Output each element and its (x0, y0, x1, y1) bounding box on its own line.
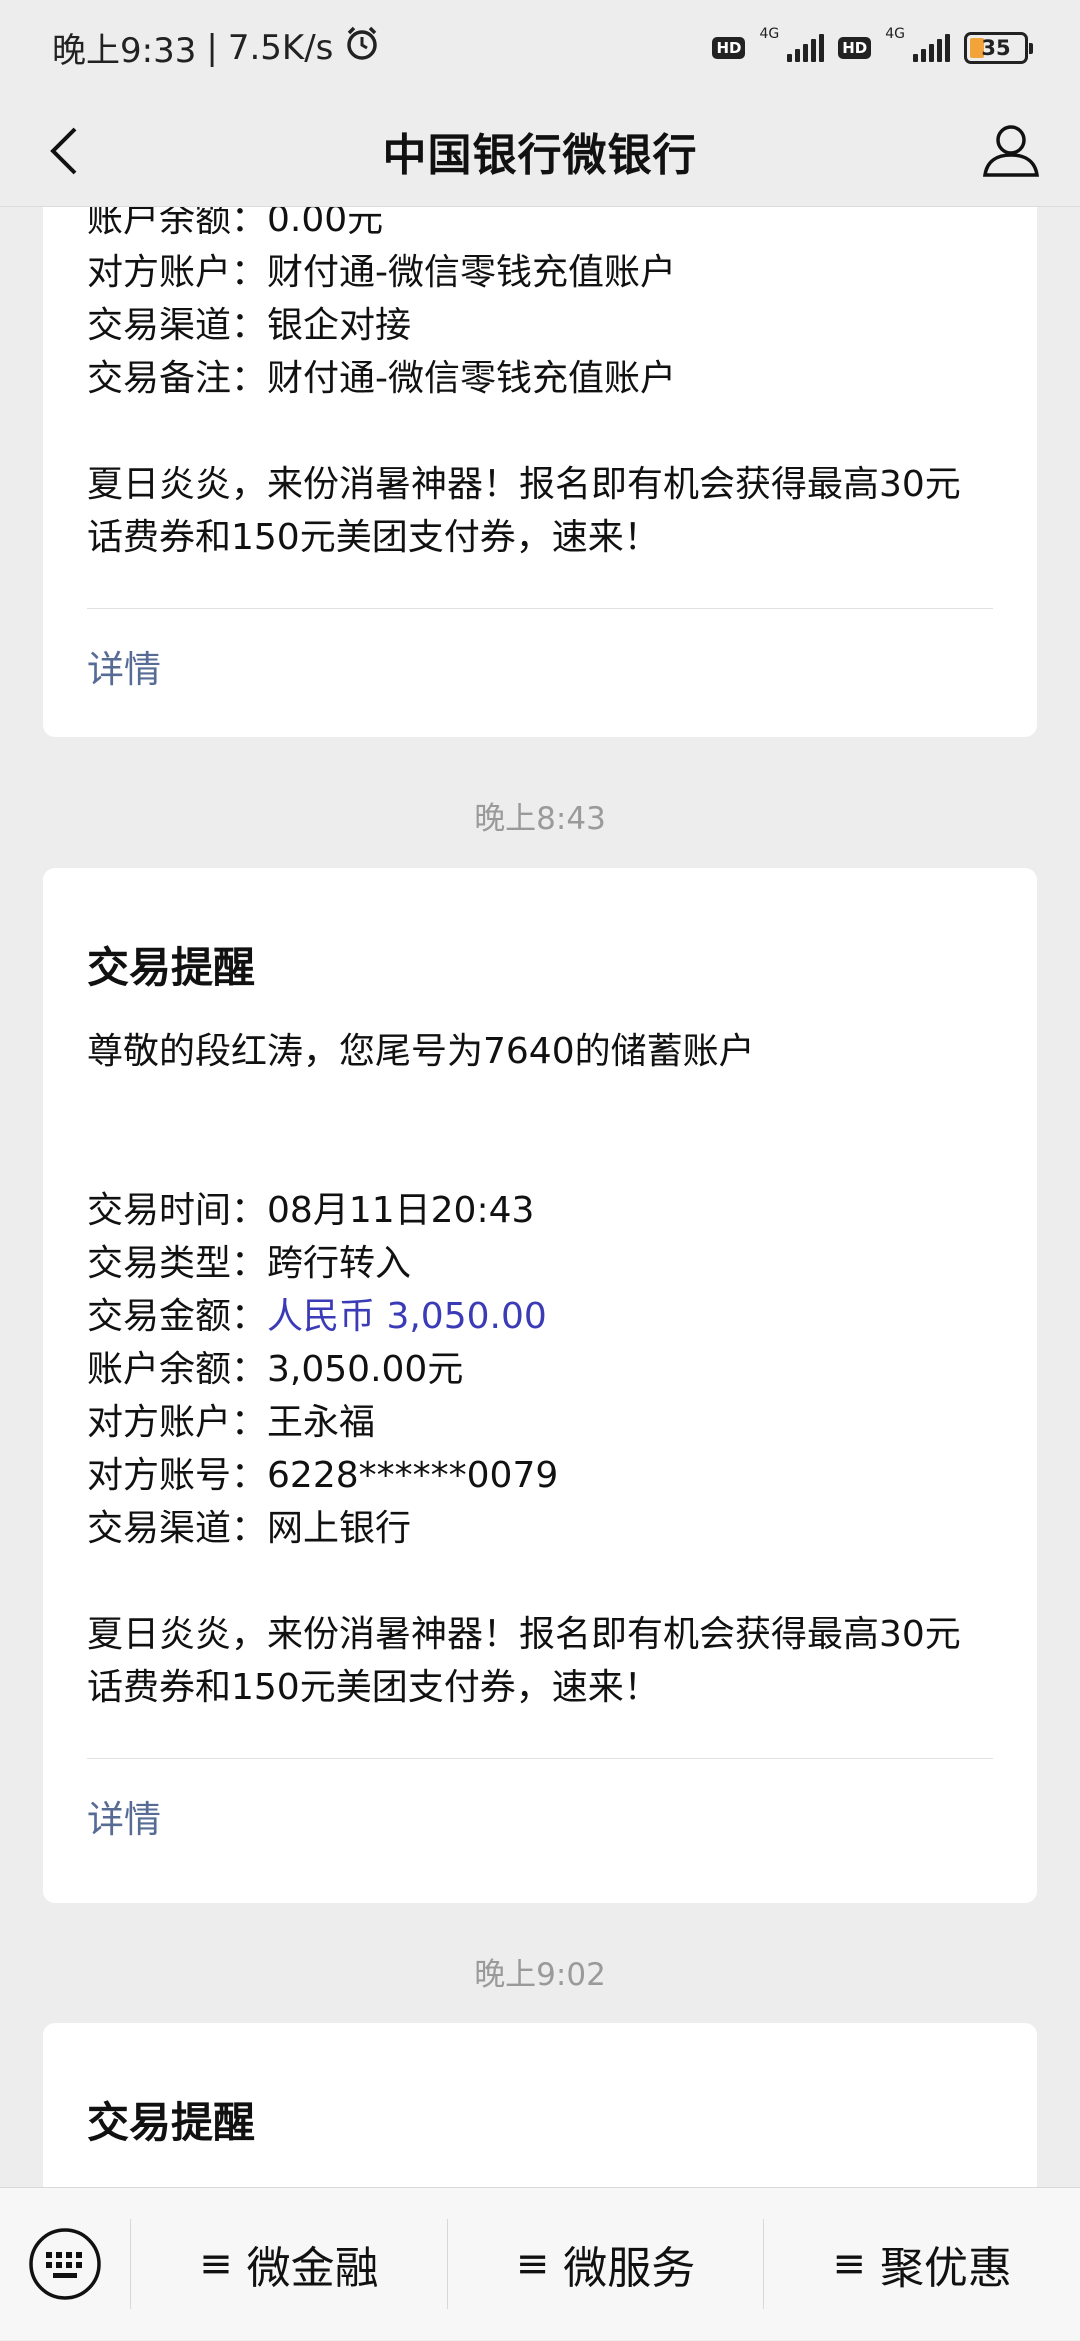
sim1-signal-icon (787, 33, 825, 62)
amount-value: 人民币 3,050.00 (267, 1296, 547, 1337)
menu-list-icon: ≡ (515, 2241, 550, 2287)
page-title: 中国银行微银行 (382, 129, 698, 181)
remark-line: 交易备注：财付通-微信零钱充值账户 (87, 358, 676, 399)
bottom-menu-bar: ≡ 微金融 ≡ 微服务 ≡ 聚优惠 (0, 2187, 1080, 2340)
message-feed[interactable]: 账户余额：0.00元 对方账户：财付通-微信零钱充值账户 交易渠道：银企对接 交… (0, 207, 1080, 2187)
channel-label: 交易渠道： (87, 1508, 268, 1549)
menu-list-icon: ≡ (199, 2241, 233, 2287)
status-time: 晚上9:33 (52, 31, 197, 71)
status-bar: 晚上9:33 | 7.5K/s HD 4G HD 4G 35 (0, 0, 1080, 95)
promo-line: 话费券和150元美团支付券，速来！ (87, 517, 660, 558)
menu-label: 聚优惠 (879, 2243, 1012, 2294)
menu-offers[interactable]: ≡ 聚优惠 (763, 2219, 1080, 2309)
nav-bar: 中国银行微银行 (0, 95, 1080, 207)
channel-value: 网上银行 (267, 1508, 412, 1549)
promo-line: 话费券和150元美团支付券，速来！ (87, 1667, 660, 1708)
sim2-signal-icon (913, 33, 950, 62)
balance-line: 账户余额：0.00元 (87, 207, 384, 240)
user-icon (982, 125, 1040, 177)
keyboard-icon (29, 2228, 101, 2300)
type-value: 跨行转入 (267, 1243, 412, 1284)
balance-line: 账户余额：3,050.00元 (87, 1343, 993, 1396)
counterparty-line: 对方账户：财付通-微信零钱充值账户 (87, 252, 676, 293)
menu-label: 微金融 (246, 2243, 379, 2294)
card-body: 账户余额：0.00元 对方账户：财付通-微信零钱充值账户 交易渠道：银企对接 交… (87, 207, 993, 564)
keyboard-toggle-button[interactable] (0, 2188, 130, 2341)
card-title: 交易提醒 (87, 2098, 256, 2147)
status-left: 晚上9:33 | 7.5K/s (52, 23, 381, 72)
card-divider (87, 1758, 993, 1759)
battery-level: 35 (981, 35, 1011, 60)
message-card: 交易提醒 尊敬的段红涛，您尾号为7640的储蓄账户 交易时间：08月11日20:… (43, 868, 1037, 1903)
type-line: 交易类型：跨行转入 (87, 1237, 993, 1290)
sim2-hd-badge: HD (838, 36, 872, 59)
balance-value: 3,050.00元 (267, 1349, 464, 1390)
message-card: 账户余额：0.00元 对方账户：财付通-微信零钱充值账户 交易渠道：银企对接 交… (43, 207, 1037, 737)
alarm-icon (343, 24, 381, 71)
status-separator: | (206, 27, 218, 68)
time-value: 08月11日20:43 (267, 1190, 535, 1231)
menu-micro-finance[interactable]: ≡ 微金融 (130, 2219, 447, 2309)
sim1-hd-badge: HD (712, 36, 746, 59)
counterparty-value: 王永福 (267, 1402, 376, 1443)
menu-list-icon: ≡ (832, 2241, 866, 2287)
counterparty-line: 对方账户：王永福 (87, 1396, 993, 1449)
menu-label: 微服务 (563, 2243, 696, 2294)
time-label: 交易时间： (87, 1190, 268, 1231)
type-label: 交易类型： (87, 1243, 268, 1284)
detail-link[interactable]: 详情 (87, 639, 993, 693)
sim1-network-type: 4G (759, 25, 780, 42)
sim2-network-type: 4G (885, 25, 905, 42)
detail-link[interactable]: 详情 (87, 1789, 993, 1843)
amount-label: 交易金额： (87, 1296, 268, 1337)
status-right: HD 4G HD 4G 35 (712, 26, 1033, 64)
balance-label: 账户余额： (87, 1349, 268, 1390)
menu-micro-service[interactable]: ≡ 微服务 (446, 2219, 764, 2309)
amount-line: 交易金额：人民币 3,050.00 (87, 1290, 993, 1343)
time-line: 交易时间：08月11日20:43 (87, 1184, 993, 1237)
promo-line: 夏日炎炎，来份消暑神器！报名即有机会获得最高30元 (87, 1614, 961, 1655)
counterparty-label: 对方账户： (87, 1402, 268, 1443)
greeting-line: 尊敬的段红涛，您尾号为7640的储蓄账户 (87, 1031, 755, 1072)
message-time: 晚上8:43 (474, 801, 606, 837)
account-line: 对方账号：6228******0079 (87, 1449, 993, 1502)
battery-icon: 35 (964, 31, 1033, 64)
account-value: 6228******0079 (267, 1455, 559, 1496)
card-title: 交易提醒 (87, 943, 256, 992)
card-divider (87, 608, 993, 609)
message-time: 晚上9:02 (474, 1957, 606, 1993)
message-card: 交易提醒 (43, 2023, 1037, 2187)
network-speed: 7.5K/s (227, 27, 334, 68)
account-label: 对方账号： (87, 1455, 268, 1496)
profile-button[interactable] (978, 117, 1044, 183)
promo-line: 夏日炎炎，来份消暑神器！报名即有机会获得最高30元 (87, 464, 961, 505)
chevron-left-icon (50, 127, 77, 175)
channel-line: 交易渠道：网上银行 (87, 1502, 993, 1555)
back-button[interactable] (36, 123, 92, 179)
channel-line: 交易渠道：银企对接 (87, 305, 412, 346)
